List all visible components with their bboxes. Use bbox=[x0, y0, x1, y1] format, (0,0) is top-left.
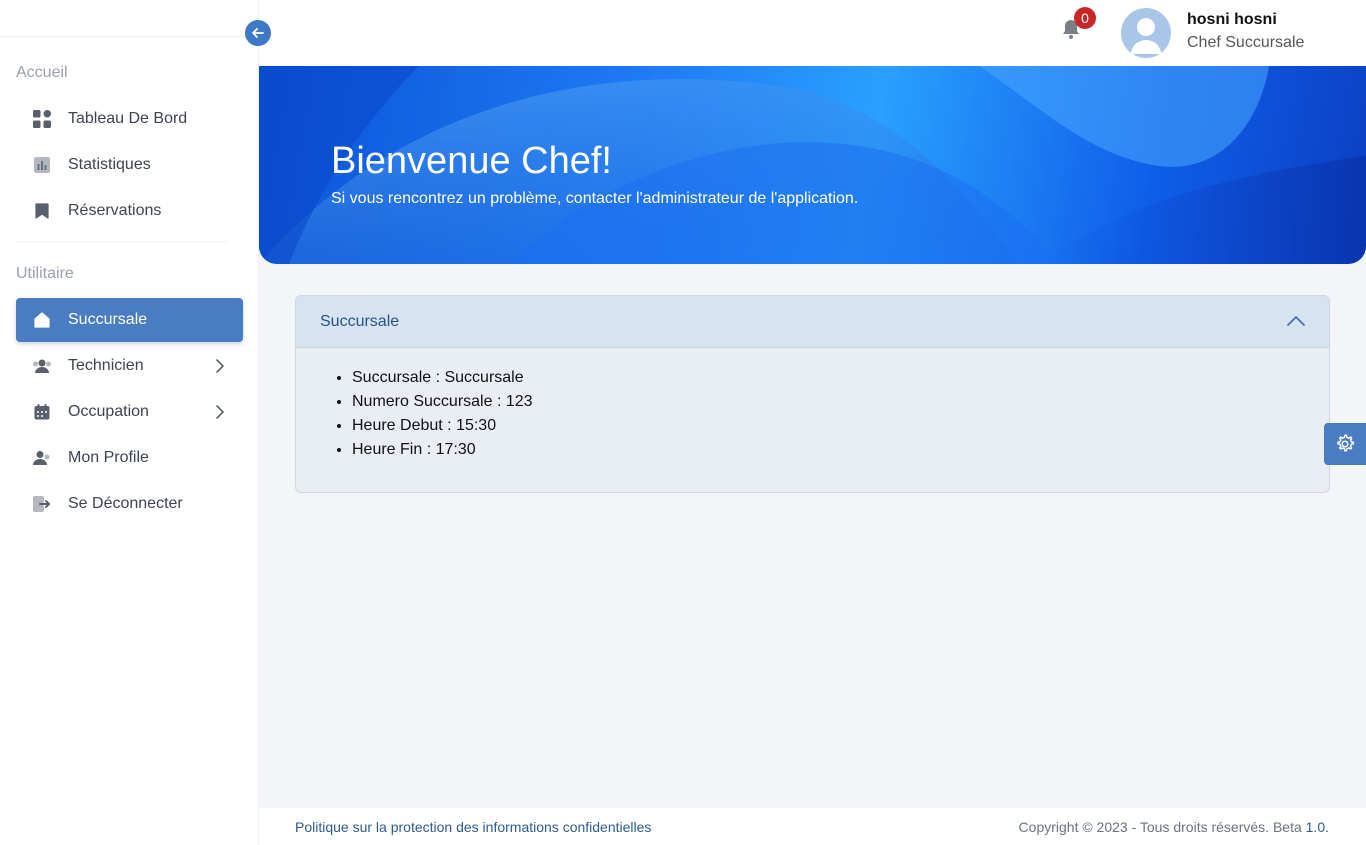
welcome-banner: Bienvenue Chef! Si vous rencontrez un pr… bbox=[259, 66, 1366, 264]
notification-badge: 0 bbox=[1074, 7, 1096, 29]
home-icon bbox=[32, 310, 52, 330]
detail-heure-fin: Heure Fin : 17:30 bbox=[352, 438, 1329, 462]
sidebar-item-label: Succursale bbox=[68, 311, 148, 328]
gear-icon bbox=[1337, 434, 1355, 452]
detail-succursale: Succursale : Succursale bbox=[352, 366, 1329, 390]
sidebar-item-tableau-de-bord[interactable]: Tableau De Bord bbox=[16, 97, 243, 141]
sidebar-item-succursale[interactable]: Succursale bbox=[16, 298, 243, 342]
privacy-policy-link[interactable]: Politique sur la protection des informat… bbox=[295, 819, 651, 835]
sidebar-item-label: Statistiques bbox=[68, 156, 151, 173]
chevron-right-icon bbox=[215, 358, 225, 379]
sidebar-item-label: Mon Profile bbox=[68, 449, 149, 466]
chevron-up-icon[interactable] bbox=[1287, 314, 1305, 332]
user-icon bbox=[32, 448, 52, 468]
sidebar-item-label: Réservations bbox=[68, 202, 162, 219]
footer-copyright: Copyright © 2023 - Tous droits réservés.… bbox=[1019, 819, 1329, 835]
detail-numero-succursale: Numero Succursale : 123 bbox=[352, 390, 1329, 414]
arrow-left-icon bbox=[252, 28, 264, 38]
settings-button[interactable] bbox=[1324, 423, 1366, 465]
sidebar-item-technicien[interactable]: Technicien bbox=[16, 344, 243, 388]
sidebar: Accueil Tableau De Bord Statistiques Rés… bbox=[0, 0, 259, 845]
section-label-accueil: Accueil bbox=[16, 64, 68, 81]
user-role: Chef Succursale bbox=[1187, 34, 1305, 51]
sidebar-item-se-deconnecter[interactable]: Se Déconnecter bbox=[16, 482, 243, 526]
card-header[interactable]: Succursale bbox=[296, 296, 1329, 348]
banner-title: Bienvenue Chef! bbox=[331, 140, 612, 182]
details-list: Succursale : Succursale Numero Succursal… bbox=[352, 366, 1329, 462]
sidebar-item-label: Tableau De Bord bbox=[68, 110, 188, 127]
users-icon bbox=[32, 356, 52, 376]
section-label-utilitaire: Utilitaire bbox=[16, 265, 74, 282]
avatar[interactable] bbox=[1121, 8, 1171, 58]
card-body: Succursale : Succursale Numero Succursal… bbox=[296, 348, 1329, 462]
dashboard-icon bbox=[32, 109, 52, 129]
calendar-icon bbox=[32, 402, 52, 422]
sidebar-divider bbox=[16, 241, 228, 242]
sidebar-item-statistiques[interactable]: Statistiques bbox=[16, 143, 243, 187]
sidebar-item-reservations[interactable]: Réservations bbox=[16, 189, 243, 233]
sidebar-item-label: Technicien bbox=[68, 357, 144, 374]
copyright-text: Copyright © 2023 - Tous droits réservés.… bbox=[1018, 819, 1306, 835]
detail-heure-debut: Heure Debut : 15:30 bbox=[352, 414, 1329, 438]
chart-icon bbox=[32, 155, 52, 175]
card-title: Succursale bbox=[320, 312, 400, 330]
chevron-right-icon bbox=[215, 404, 225, 425]
sidebar-item-label: Se Déconnecter bbox=[68, 495, 183, 512]
version-label: 1.0. bbox=[1305, 819, 1329, 835]
footer: Politique sur la protection des informat… bbox=[259, 808, 1366, 845]
banner-subtitle: Si vous rencontrez un problème, contacte… bbox=[331, 190, 859, 207]
topbar bbox=[259, 0, 1366, 66]
succursale-card: Succursale Succursale : Succursale Numer… bbox=[295, 295, 1330, 493]
sidebar-top-divider bbox=[0, 36, 246, 37]
sidebar-item-mon-profile[interactable]: Mon Profile bbox=[16, 436, 243, 480]
bookmark-icon bbox=[32, 201, 52, 221]
logout-icon bbox=[32, 494, 52, 514]
sidebar-item-occupation[interactable]: Occupation bbox=[16, 390, 243, 434]
sidebar-item-label: Occupation bbox=[68, 403, 149, 420]
collapse-sidebar-button[interactable] bbox=[245, 20, 271, 46]
user-name: hosni hosni bbox=[1187, 11, 1277, 28]
